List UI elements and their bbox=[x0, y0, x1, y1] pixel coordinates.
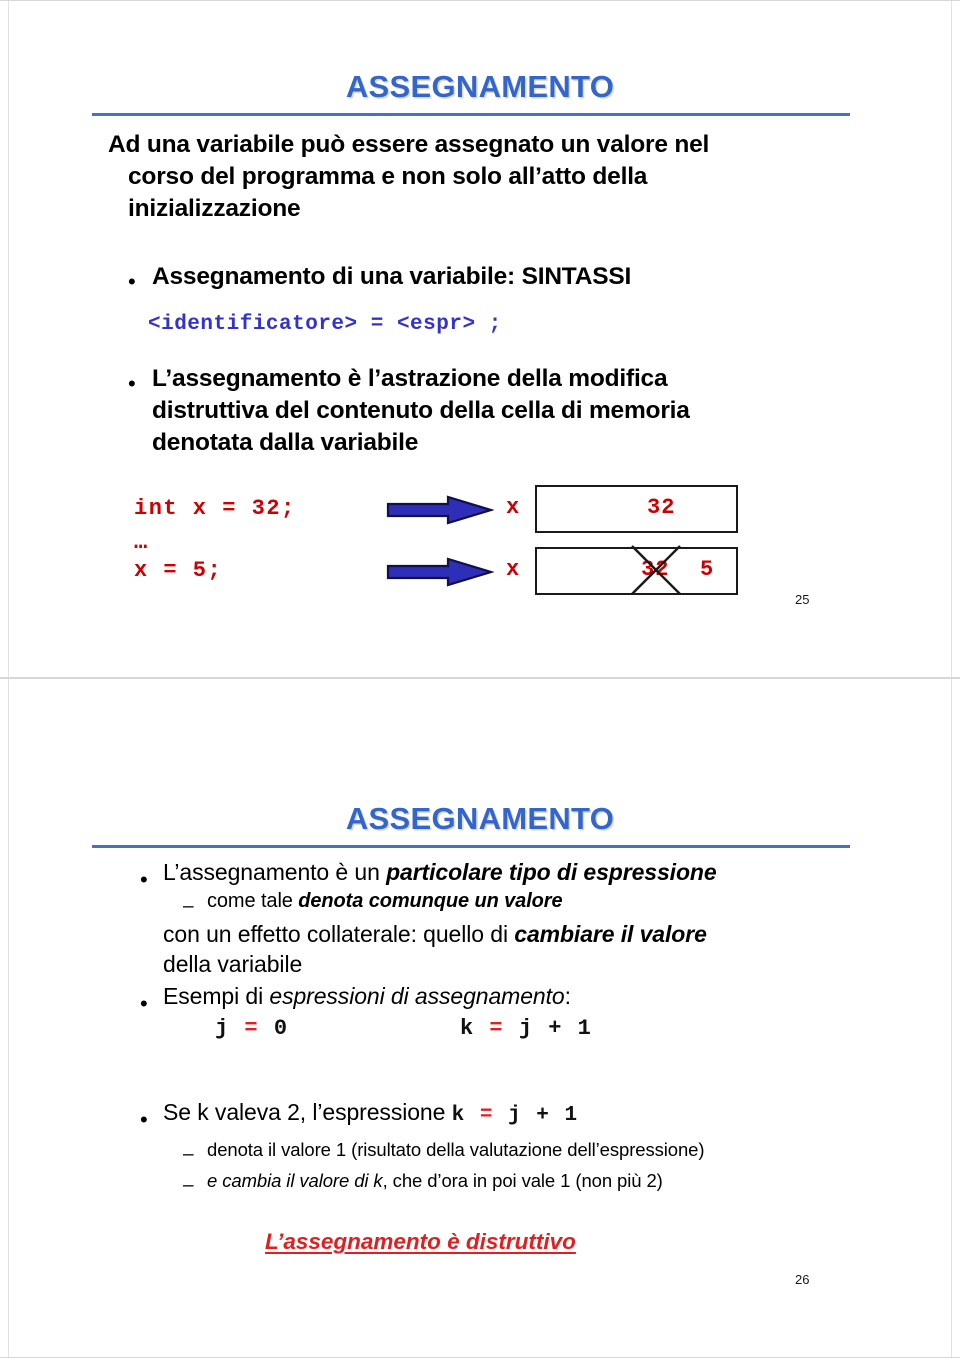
title-underline-rule bbox=[92, 845, 850, 848]
sub-3-emph: e cambia il valore di k bbox=[207, 1170, 383, 1191]
bullet-marker: • bbox=[140, 991, 148, 1016]
bullet-3-code: k = j + 1 bbox=[452, 1104, 579, 1127]
bullet-3-plain: Se k valeva 2, l’espressione bbox=[163, 1099, 452, 1125]
bullet-3-code-lhs: k bbox=[451, 1104, 466, 1127]
sub-1-plain: come tale bbox=[207, 890, 299, 912]
bullet-1-emph: particolare tipo di espressione bbox=[386, 859, 717, 885]
sub-3-plain: , che d’ora in poi vale 1 (non più 2) bbox=[382, 1170, 663, 1191]
cell-label-row-1: x bbox=[506, 495, 520, 520]
cont-line-2: della variabile bbox=[163, 951, 303, 977]
diagram-ellipsis: … bbox=[134, 530, 149, 555]
cell-value-row-1: 32 bbox=[647, 495, 676, 520]
example-left-lhs: j bbox=[215, 1016, 230, 1041]
slide-number-25: 25 bbox=[795, 592, 810, 607]
lead-line-2: corso del programma e non solo all’atto … bbox=[128, 163, 648, 190]
sub-1-text: come tale denota comunque un valore bbox=[207, 888, 563, 914]
example-right-op: = bbox=[489, 1016, 505, 1041]
example-left-op: = bbox=[244, 1016, 260, 1041]
slide-25: ASSEGNAMENTO Ad una variabile può essere… bbox=[0, 0, 960, 678]
cross-out-icon bbox=[631, 545, 681, 595]
closing-statement: L’assegnamento è distruttivo bbox=[265, 1229, 576, 1254]
right-arrow-icon bbox=[386, 495, 494, 525]
diagram-code-row-1: int x = 32; bbox=[134, 496, 296, 521]
page-right-rule bbox=[951, 679, 952, 1357]
bullet-marker: • bbox=[140, 1107, 148, 1132]
sub-3-text: e cambia il valore di k, che d’ora in po… bbox=[207, 1169, 663, 1193]
cont-line-1-emph: cambiare il valore bbox=[514, 921, 707, 947]
bullet-2-plain-b: : bbox=[564, 983, 571, 1009]
sub-2-text: denota il valore 1 (risultato della valu… bbox=[207, 1139, 705, 1160]
cont-line-1-plain: con un effetto collaterale: quello di bbox=[163, 921, 515, 947]
example-assignment-left: j = 0 bbox=[215, 1015, 289, 1044]
slide-title-26: ASSEGNAMENTO bbox=[345, 801, 615, 836]
diagram-code-row-2: x = 5; bbox=[134, 558, 223, 583]
bullet-2-line-3: denotata dalla variabile bbox=[152, 429, 419, 456]
slide-title-25: ASSEGNAMENTO bbox=[345, 69, 615, 104]
cont-line-1: con un effetto collaterale: quello di ca… bbox=[163, 920, 707, 950]
lead-line-3: inizializzazione bbox=[128, 195, 301, 222]
bullet-1-text-25: Assegnamento di una variabile: SINTASSI bbox=[152, 263, 632, 290]
bullet-1-plain: L’assegnamento è un bbox=[163, 859, 387, 885]
bullet-2-line-1: L’assegnamento è l’astrazione della modi… bbox=[152, 365, 668, 392]
bullet-3-text: Se k valeva 2, l’espressione k = j + 1 bbox=[163, 1098, 579, 1129]
bullet-marker: • bbox=[128, 371, 136, 396]
slide-number-26: 26 bbox=[795, 1272, 810, 1287]
dash-marker: – bbox=[183, 896, 194, 917]
bullet-3-code-rhs: j + 1 bbox=[508, 1104, 579, 1127]
bullet-2-text-26: Esempi di espressioni di assegnamento: bbox=[163, 982, 571, 1012]
dash-marker: – bbox=[183, 1175, 194, 1196]
dash-marker: – bbox=[183, 1144, 194, 1165]
bullet-marker: • bbox=[140, 867, 148, 892]
cell-label-row-2: x bbox=[506, 557, 520, 582]
syntax-line: <identificatore> = <espr> ; bbox=[148, 313, 502, 336]
bullet-2-plain-a: Esempi di bbox=[163, 983, 270, 1009]
bullet-3-code-op: = bbox=[479, 1104, 494, 1127]
bullet-1-text-26: L’assegnamento è un particolare tipo di … bbox=[163, 858, 717, 888]
bullet-2-line-2: distruttiva del contenuto della cella di… bbox=[152, 397, 690, 424]
cell-new-value-row-2: 5 bbox=[700, 557, 715, 582]
example-right-rhs: j + 1 bbox=[518, 1016, 593, 1041]
title-underline-rule bbox=[92, 113, 850, 116]
example-right-lhs: k bbox=[460, 1016, 475, 1041]
example-assignment-right: k = j + 1 bbox=[460, 1015, 592, 1044]
page-left-rule bbox=[8, 679, 9, 1357]
bullet-marker: • bbox=[128, 269, 136, 294]
bullet-2-emph: espressioni di assegnamento bbox=[269, 983, 565, 1009]
lead-line-1: Ad una variabile può essere assegnato un… bbox=[108, 131, 710, 158]
sub-1-emph: denota comunque un valore bbox=[298, 890, 563, 912]
right-arrow-icon bbox=[386, 557, 494, 587]
memory-cell-box-1 bbox=[535, 485, 738, 533]
slide-26: ASSEGNAMENTO • L’assegnamento è un parti… bbox=[0, 678, 960, 1358]
example-left-rhs: 0 bbox=[273, 1016, 289, 1041]
